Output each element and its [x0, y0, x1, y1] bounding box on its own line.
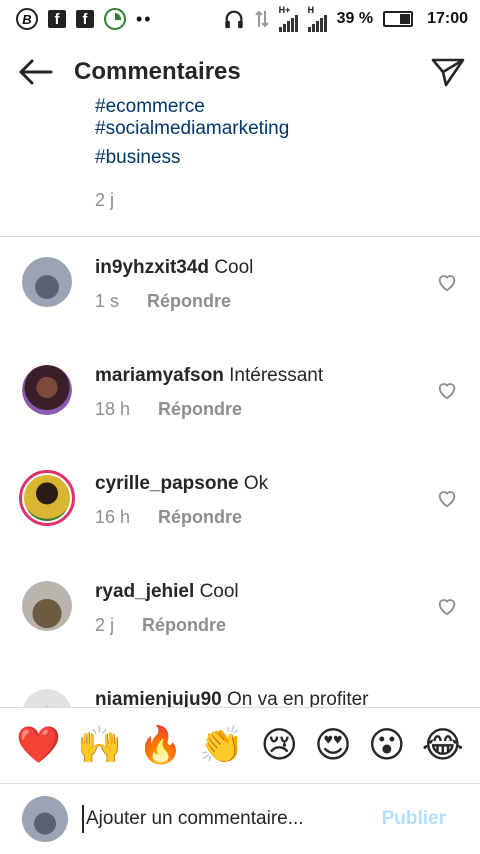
- comment-time: 16 h: [95, 507, 131, 527]
- page-title: Commentaires: [74, 58, 241, 85]
- hashtag-link[interactable]: #ecommerce: [95, 96, 455, 114]
- comment-text: Cool: [199, 581, 239, 602]
- avatar[interactable]: [22, 257, 72, 307]
- back-button[interactable]: [0, 44, 70, 100]
- data-transfer-icon: [254, 9, 269, 29]
- astonished-face-emoji[interactable]: 😮: [368, 725, 406, 766]
- reply-button[interactable]: Répondre: [158, 399, 242, 420]
- raising-hands-emoji[interactable]: 🙌: [77, 725, 122, 766]
- comment-input[interactable]: [82, 805, 362, 833]
- heart-icon[interactable]: [436, 271, 458, 293]
- b-app-icon: B: [16, 8, 38, 30]
- signal-icon: H: [307, 5, 327, 32]
- publish-button[interactable]: Publier: [382, 808, 446, 830]
- comment-time: 18 h: [95, 399, 131, 419]
- comment-username[interactable]: ryad_jehiel: [95, 581, 194, 602]
- status-bar: B f f •• H+ H 39 % 17:00: [0, 0, 480, 38]
- header: Commentaires: [0, 44, 480, 100]
- facebook-icon: f: [76, 10, 94, 28]
- comment-item: cyrille_papsone Ok 16 h Répondre: [0, 453, 480, 561]
- battery-percent: 39 %: [336, 10, 374, 27]
- comment-item: in9yhzxit34d Cool 1 s Répondre: [0, 237, 480, 345]
- heart-icon[interactable]: [436, 595, 458, 617]
- heart-icon[interactable]: [436, 379, 458, 401]
- comment-item: niamienjuju90 On va en profiter: [0, 669, 480, 707]
- avatar: [22, 796, 68, 842]
- battery-icon: [383, 11, 414, 27]
- post-caption: #ecommerce #socialmediamarketing #busine…: [95, 96, 455, 211]
- signal-icon: H+: [278, 5, 298, 32]
- avatar[interactable]: [22, 581, 72, 631]
- clock-app-icon: [104, 8, 126, 30]
- comment-text: Intéressant: [229, 365, 324, 386]
- more-dots-icon: ••: [136, 8, 153, 29]
- comment-composer: Publier: [0, 783, 480, 854]
- comment-time: 2 j: [95, 615, 115, 635]
- emoji-quick-bar: ❤️ 🙌 🔥 👏 😢 😍 😮 😂: [0, 707, 480, 783]
- arrow-left-icon: [19, 59, 53, 85]
- comment-list[interactable]: in9yhzxit34d Cool 1 s Répondre mariamyafs…: [0, 237, 480, 707]
- reply-button[interactable]: Répondre: [142, 615, 226, 636]
- avatar[interactable]: [22, 365, 72, 415]
- hashtag-link[interactable]: #business: [95, 143, 455, 172]
- facebook-icon: f: [48, 10, 66, 28]
- avatar[interactable]: [22, 689, 72, 707]
- tears-of-joy-emoji[interactable]: 😂: [422, 725, 464, 766]
- comment-item: mariamyafson Intéressant 18 h Répondre: [0, 345, 480, 453]
- comment-item: ryad_jehiel Cool 2 j Répondre: [0, 561, 480, 669]
- clock-time: 17:00: [427, 10, 468, 27]
- fire-emoji[interactable]: 🔥: [138, 725, 183, 766]
- comment-text: Cool: [214, 257, 254, 278]
- reply-button[interactable]: Répondre: [147, 291, 231, 312]
- comment-username[interactable]: niamienjuju90: [95, 689, 222, 707]
- clapping-hands-emoji[interactable]: 👏: [199, 725, 244, 766]
- caption-timestamp: 2 j: [95, 190, 115, 210]
- avatar[interactable]: [19, 470, 75, 526]
- hashtag-link[interactable]: #socialmediamarketing: [95, 114, 455, 143]
- reply-button[interactable]: Répondre: [158, 507, 242, 528]
- headphones-icon: [223, 8, 245, 30]
- red-heart-emoji[interactable]: ❤️: [16, 725, 61, 766]
- network-type-label: H+: [278, 5, 291, 15]
- share-button[interactable]: [416, 44, 480, 100]
- paper-plane-icon: [431, 58, 465, 87]
- crying-face-emoji[interactable]: 😢: [260, 725, 298, 766]
- heart-icon[interactable]: [436, 487, 458, 509]
- comment-text: Ok: [243, 473, 269, 494]
- network-type-label: H: [307, 5, 315, 15]
- comment-username[interactable]: in9yhzxit34d: [95, 257, 209, 278]
- comment-username[interactable]: cyrille_papsone: [95, 473, 239, 494]
- comment-time: 1 s: [95, 291, 120, 311]
- heart-eyes-emoji[interactable]: 😍: [314, 725, 352, 766]
- comment-username[interactable]: mariamyafson: [95, 365, 224, 386]
- comment-text: On va en profiter: [226, 689, 369, 707]
